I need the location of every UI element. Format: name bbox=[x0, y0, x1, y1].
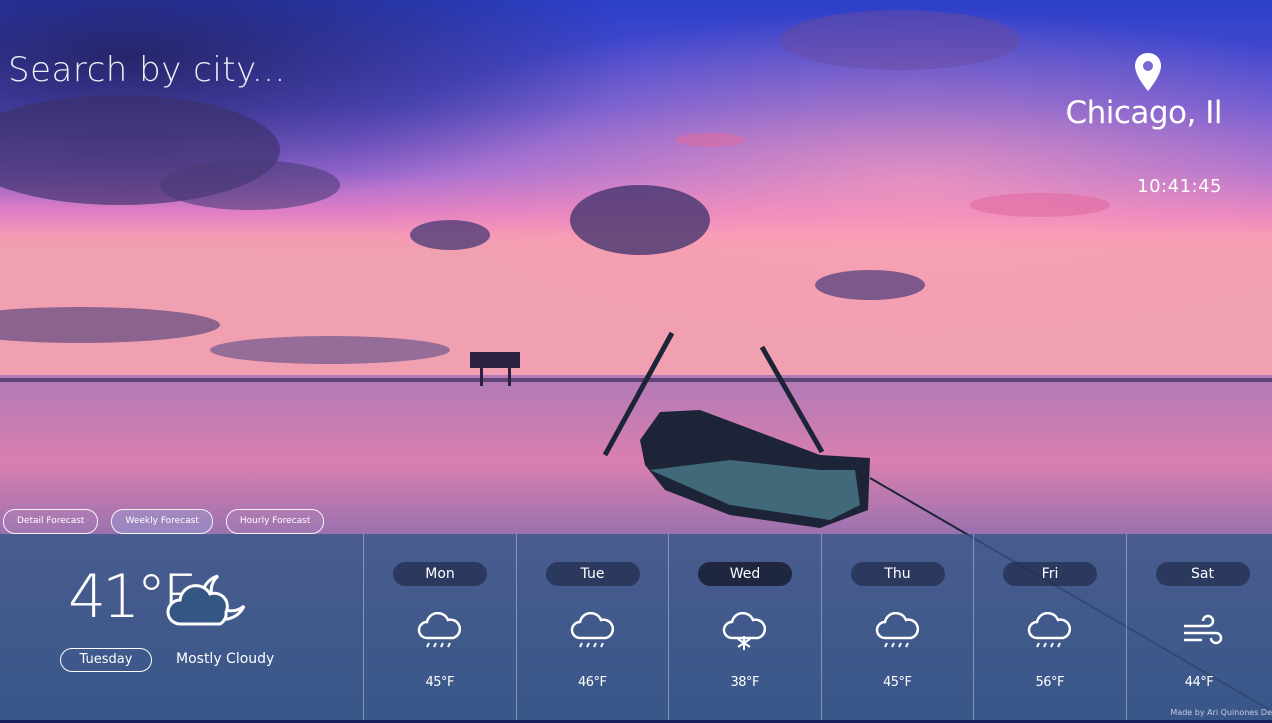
forecast-day-label: Mon bbox=[393, 562, 487, 586]
forecast-day-label: Thu bbox=[850, 562, 945, 586]
map-pin-icon bbox=[1135, 53, 1161, 91]
wind-icon bbox=[1183, 614, 1222, 645]
forecast-day[interactable]: Wed 38°F bbox=[668, 534, 821, 720]
rain-cloud-icon bbox=[570, 612, 614, 648]
forecast-tabs: Detail Forecast Weekly Forecast Hourly F… bbox=[3, 509, 325, 534]
forecast-day[interactable]: Sat 44°F bbox=[1125, 534, 1272, 720]
forecast-day[interactable]: Tue 46°F bbox=[515, 534, 669, 720]
tab-weekly-forecast[interactable]: Weekly Forecast bbox=[111, 509, 213, 534]
credits: Made by Ari Quinones De bbox=[1170, 708, 1272, 717]
snow-cloud-icon bbox=[722, 612, 766, 650]
forecast-day-temp: 44°F bbox=[1184, 675, 1214, 690]
forecast-day-temp: 45°F bbox=[425, 675, 455, 690]
tab-detail-forecast[interactable]: Detail Forecast bbox=[3, 509, 99, 534]
forecast-day-temp: 38°F bbox=[730, 675, 760, 690]
city-search-input[interactable] bbox=[8, 50, 428, 90]
rain-cloud-icon bbox=[1027, 612, 1071, 648]
forecast-day-temp: 56°F bbox=[1035, 675, 1065, 690]
forecast-day-label: Tue bbox=[545, 562, 640, 586]
forecast-day-label: Fri bbox=[1003, 562, 1097, 586]
forecast-day-label: Sat bbox=[1155, 562, 1250, 586]
forecast-day-temp: 46°F bbox=[577, 675, 607, 690]
current-day-badge: Tuesday bbox=[60, 648, 152, 672]
forecast-day[interactable]: Fri 56°F bbox=[973, 534, 1126, 720]
forecast-day[interactable]: Thu 45°F bbox=[820, 534, 974, 720]
current-weather: 41°F Tuesday Mostly Cloudy bbox=[0, 534, 363, 720]
current-condition: Mostly Cloudy bbox=[176, 651, 275, 667]
current-time: 10:41:45 bbox=[1137, 176, 1222, 197]
tab-hourly-forecast[interactable]: Hourly Forecast bbox=[225, 509, 325, 534]
rain-cloud-icon bbox=[417, 612, 461, 648]
forecast-day[interactable]: Mon 45°F bbox=[363, 534, 516, 720]
weekly-forecast-list: Mon 45°F Tue 46°F Wed 38°F Thu 45°F Fri … bbox=[363, 534, 1272, 720]
forecast-day-temp: 45°F bbox=[882, 675, 912, 690]
forecast-day-label: Wed bbox=[698, 562, 792, 586]
location-city: Chicago, Il bbox=[1065, 95, 1222, 131]
cloud-moon-icon bbox=[166, 574, 246, 626]
rain-cloud-icon bbox=[875, 612, 919, 648]
forecast-panel: 41°F Tuesday Mostly Cloudy Mon 45°F Tue … bbox=[0, 534, 1272, 720]
